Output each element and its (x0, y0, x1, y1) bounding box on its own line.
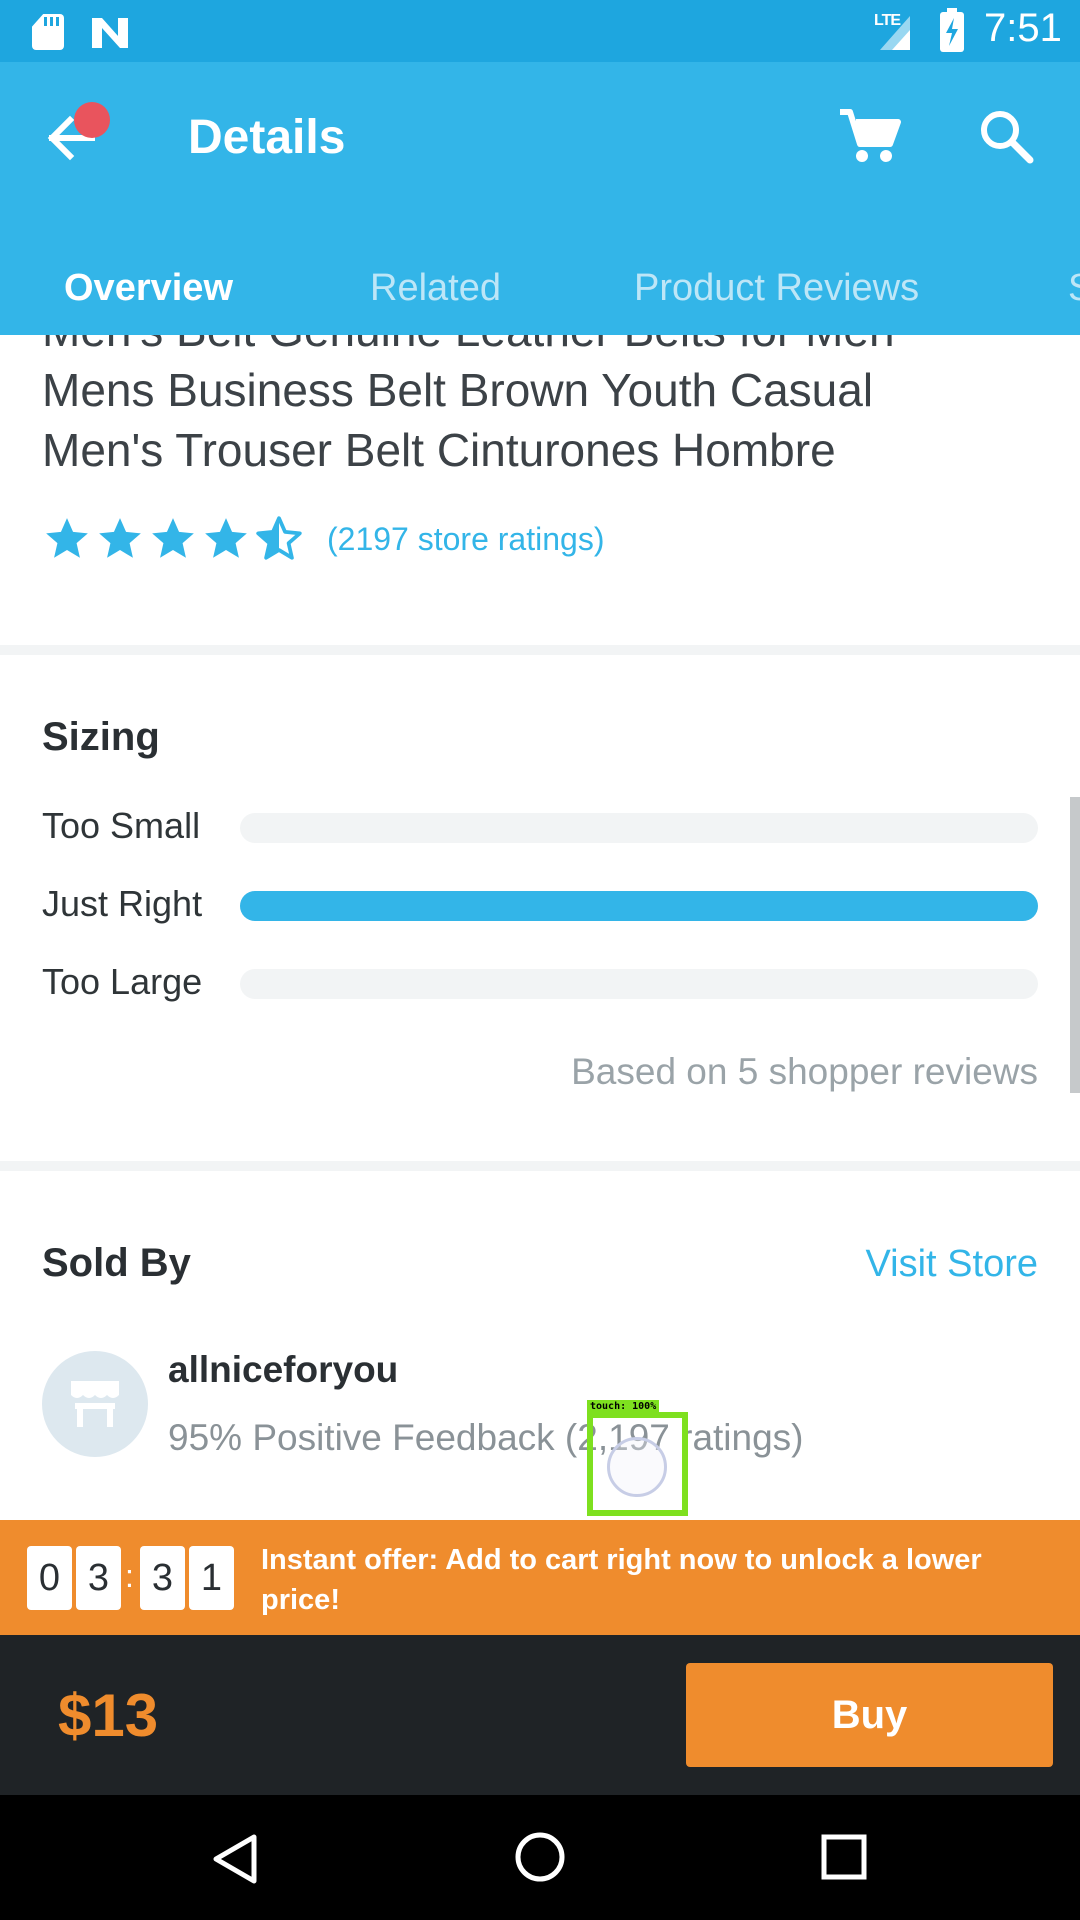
countdown-separator: : (125, 1558, 134, 1594)
touch-ripple (607, 1437, 667, 1497)
app-bar: Details Overview Related Product Reviews… (0, 62, 1080, 335)
content-area[interactable]: Men's Belt Genuine Leather Belts for Men… (0, 335, 1080, 1520)
sizing-row-too-large: Too Large (42, 961, 1038, 1002)
nav-recents-icon[interactable] (820, 1833, 868, 1881)
signal-icon (880, 16, 910, 50)
buy-button[interactable]: Buy (686, 1663, 1053, 1767)
battery-charging-icon (940, 8, 964, 52)
star-full-icon (99, 518, 141, 558)
offer-text: Instant offer: Add to cart right now to … (261, 1544, 982, 1616)
page-title: Details (188, 111, 346, 164)
sd-card-icon (32, 14, 64, 50)
tab-overview[interactable]: Overview (64, 267, 233, 310)
star-half-icon (256, 516, 302, 560)
store-ratings-link[interactable]: (2197 store ratings) (327, 521, 604, 558)
countdown-digit: 3 (140, 1546, 185, 1610)
sizing-label: Just Right (42, 883, 203, 924)
tab-more[interactable]: S (1068, 267, 1080, 310)
visit-store-link[interactable]: Visit Store (866, 1243, 1038, 1286)
sizing-title: Sizing (42, 715, 160, 759)
scrollbar[interactable] (1070, 797, 1080, 1093)
seller-name[interactable]: allniceforyou (168, 1349, 398, 1391)
countdown-digit: 3 (76, 1546, 121, 1610)
seller-feedback: 95% Positive Feedback (2,197 ratings) (168, 1417, 804, 1458)
star-full-icon (152, 518, 194, 558)
sizing-bar-fill (240, 891, 1038, 921)
notification-badge (74, 102, 110, 138)
section-divider (0, 645, 1080, 655)
tab-product-reviews[interactable]: Product Reviews (634, 267, 919, 310)
status-bar: LTE 7:51 (0, 0, 1080, 62)
sizing-label: Too Large (42, 961, 203, 1002)
nav-home-icon[interactable] (514, 1831, 566, 1883)
sizing-row-just-right: Just Right (42, 883, 1038, 924)
sold-by-title: Sold By (42, 1241, 191, 1285)
countdown-digit: 1 (189, 1546, 234, 1610)
clock: 7:51 (984, 6, 1062, 50)
sizing-bar (240, 969, 1038, 999)
sizing-based-on: Based on 5 shopper reviews (571, 1051, 1038, 1092)
store-icon[interactable] (42, 1351, 148, 1457)
sizing-bar (240, 891, 1038, 921)
star-full-icon (46, 518, 88, 558)
sizing-bar (240, 813, 1038, 843)
tab-related[interactable]: Related (370, 267, 501, 310)
sizing-label: Too Small (42, 805, 201, 846)
price: $13 (58, 1682, 159, 1749)
tab-bar: Overview Related Product Reviews S (0, 237, 1080, 335)
sizing-row-too-small: Too Small (42, 805, 1038, 846)
section-divider (0, 1161, 1080, 1171)
system-nav-bar (0, 1795, 1080, 1920)
cart-icon[interactable] (834, 102, 904, 172)
countdown-digit: 0 (27, 1546, 72, 1610)
n-icon (92, 18, 128, 48)
instant-offer-banner[interactable]: 0 3 : 3 1 Instant offer: Add to cart rig… (0, 1520, 1080, 1635)
nav-back-icon[interactable] (210, 1833, 260, 1885)
search-icon[interactable] (972, 102, 1042, 172)
buy-bar: $13 Buy (0, 1635, 1080, 1795)
star-full-icon (205, 518, 247, 558)
rating-row[interactable]: (2197 store ratings) (42, 511, 604, 567)
product-title: Men's Belt Genuine Leather Belts for Men… (42, 335, 895, 476)
